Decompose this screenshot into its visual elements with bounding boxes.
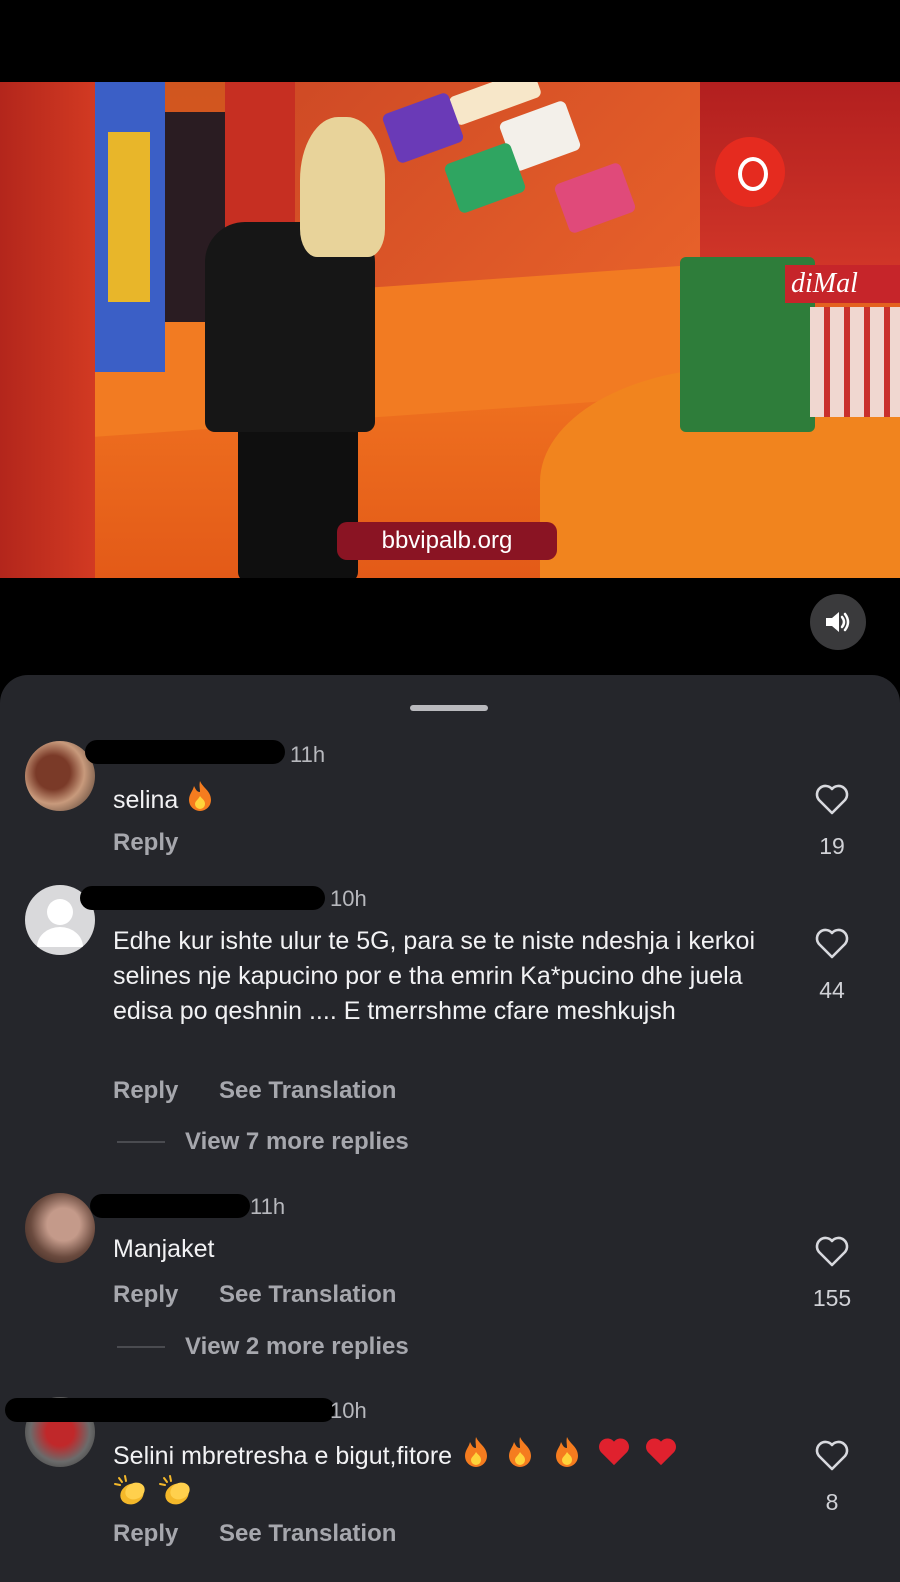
view-more-replies-button[interactable]: View 2 more replies (185, 1333, 409, 1361)
comment-time: 11h (250, 1194, 286, 1219)
speaker-on-icon (826, 612, 850, 632)
comment-body: selina (113, 786, 179, 814)
red-heart-emoji-icon (598, 1438, 629, 1466)
like-count: 8 (825, 1489, 839, 1515)
reply-button[interactable]: Reply (113, 829, 178, 857)
fire-emoji-icon (555, 1437, 578, 1467)
replies-divider (117, 1346, 165, 1348)
video-watermark: bbvipalb.org (337, 522, 557, 560)
video-left-wall (0, 82, 95, 578)
like-count: 155 (812, 1285, 852, 1311)
comment-text: Selini mbretresha e bigut,fitore (113, 1436, 793, 1514)
comment-time: 10h (330, 1398, 367, 1423)
comment-text: selina (113, 780, 215, 818)
video-brand-logo-mark (738, 157, 768, 191)
like-heart-icon[interactable] (814, 1438, 850, 1472)
view-more-replies-button[interactable]: View 7 more replies (185, 1128, 409, 1156)
comment-body: Selini mbretresha e bigut,fitore (113, 1442, 453, 1470)
comment-time: 11h (290, 742, 326, 767)
replies-divider (117, 1141, 165, 1143)
reply-button[interactable]: Reply (113, 1520, 178, 1548)
comment-text: Edhe kur ishte ulur te 5G, para se te ni… (113, 927, 756, 1025)
like-heart-icon[interactable] (814, 926, 850, 960)
redacted-username (85, 740, 285, 764)
video-person-hair (300, 117, 385, 257)
video-stand-items (810, 307, 900, 417)
see-translation-button[interactable]: See Translation (219, 1520, 396, 1548)
sheet-drag-handle[interactable] (410, 705, 488, 711)
video-yellow-panel (108, 132, 150, 302)
redacted-username (5, 1398, 335, 1422)
sound-toggle-button[interactable] (810, 594, 866, 650)
reply-button[interactable]: Reply (113, 1281, 178, 1309)
fire-emoji-icon (465, 1437, 488, 1467)
red-heart-emoji-icon (645, 1438, 676, 1466)
clapping-hands-emoji-icon (158, 1475, 190, 1505)
avatar[interactable] (25, 1193, 95, 1263)
like-count: 44 (819, 977, 845, 1003)
like-heart-icon[interactable] (814, 782, 850, 816)
like-count: 19 (819, 833, 845, 859)
redacted-username (90, 1194, 250, 1218)
video-player[interactable]: diMal bbvipalb.org (0, 82, 900, 578)
see-translation-button[interactable]: See Translation (219, 1077, 396, 1105)
redacted-username (80, 886, 325, 910)
fire-emoji-icon (189, 781, 212, 811)
comment-time: 10h (330, 886, 367, 911)
comment-text: Manjaket (113, 1235, 215, 1263)
like-heart-icon[interactable] (814, 1234, 850, 1268)
video-store-sign: diMal (785, 265, 900, 303)
see-translation-button[interactable]: See Translation (219, 1281, 396, 1309)
fire-emoji-icon (508, 1437, 531, 1467)
reply-button[interactable]: Reply (113, 1077, 178, 1105)
clapping-hands-emoji-icon (114, 1475, 145, 1505)
